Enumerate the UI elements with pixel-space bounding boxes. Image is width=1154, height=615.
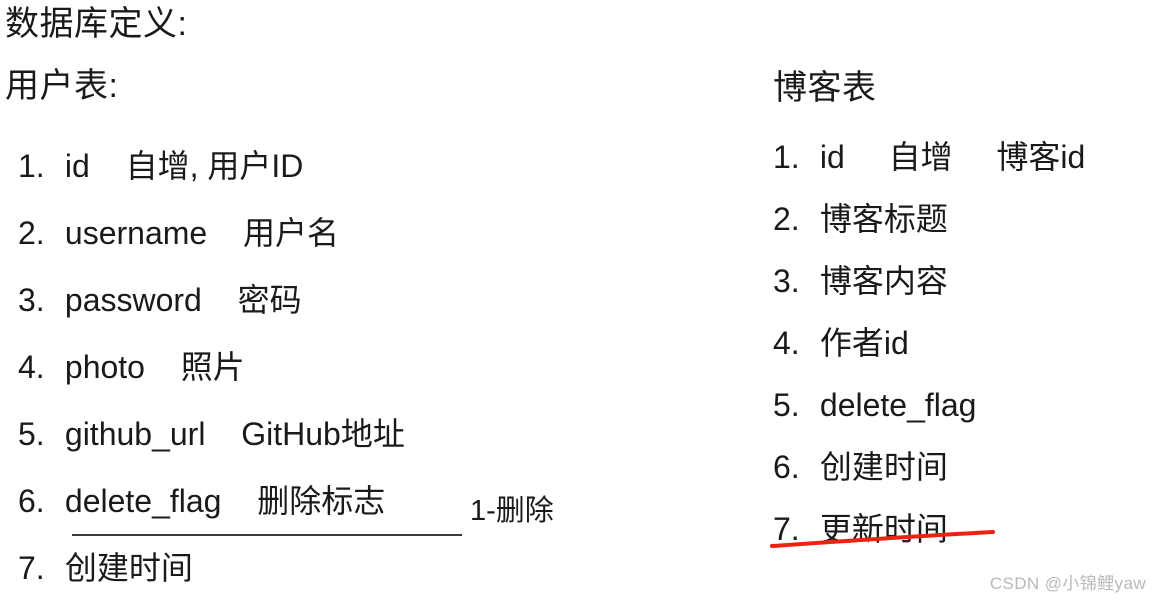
blog-table-heading: 博客表 [773, 69, 877, 107]
list-item-number: 2. [18, 215, 45, 251]
list-item-number: 3. [773, 263, 800, 299]
blog-table-field-list: 1. id 自增 博客id 2. 博客标题 3. 博客内容 4. 作者id 5. [773, 137, 1153, 571]
list-item: 3. password 密码 [18, 280, 638, 347]
user-table-heading: 用户表: [5, 67, 119, 105]
list-item-desc: 用户名 [242, 215, 339, 251]
list-item: 6. 创建时间 [773, 447, 1153, 509]
list-item-field: id [64, 148, 90, 184]
list-item: 7. 更新时间 [773, 509, 1153, 571]
list-item: 5. delete_flag [773, 385, 1153, 447]
list-item: 4. 作者id [773, 323, 1153, 385]
list-item-field: photo [64, 349, 145, 385]
list-item-field: 博客内容 [819, 263, 948, 299]
list-item-desc-secondary: 博客id [996, 139, 1086, 175]
list-item: 1. id 自增 博客id [773, 137, 1153, 199]
list-item-number: 7. [773, 511, 800, 547]
list-item-number: 4. [18, 349, 45, 385]
list-item-number: 7. [18, 550, 45, 586]
list-item-field: 作者id [819, 325, 909, 361]
list-item-field: 创建时间 [64, 550, 193, 586]
list-item: 1. id 自增, 用户ID [18, 146, 638, 213]
list-item-number: 5. [18, 416, 45, 452]
list-item-field: delete_flag [64, 483, 222, 519]
list-item-field: 博客标题 [819, 201, 948, 237]
csdn-watermark: CSDN @小锦鲤yaw [989, 574, 1146, 593]
list-item-field: 更新时间 [819, 511, 948, 547]
list-item-number: 1. [18, 148, 45, 184]
list-item: 3. 博客内容 [773, 261, 1153, 323]
page-title: 数据库定义: [5, 5, 188, 43]
list-item-desc: GitHub地址 [241, 416, 405, 452]
user-table-column: 数据库定义: 用户表: 1. id 自增, 用户ID 2. username 用… [0, 0, 640, 600]
list-item-number: 5. [773, 387, 800, 423]
list-item-field: 创建时间 [819, 449, 948, 485]
user-table-field-list: 1. id 自增, 用户ID 2. username 用户名 3. passwo… [18, 146, 638, 615]
list-item-desc: 照片 [180, 349, 245, 385]
list-item-number: 4. [773, 325, 800, 361]
document-page: 数据库定义: 用户表: 1. id 自增, 用户ID 2. username 用… [0, 0, 1154, 600]
list-item-desc: 删除标志 [257, 483, 386, 519]
list-item: 7. 创建时间 [18, 548, 638, 615]
list-item-desc: 密码 [237, 282, 302, 318]
list-item-number: 1. [773, 139, 800, 175]
list-item-number: 6. [18, 483, 45, 519]
list-item-field: delete_flag [819, 387, 977, 423]
list-item-number: 3. [18, 282, 45, 318]
list-item-field: username [64, 215, 208, 251]
list-item: 2. 博客标题 [773, 199, 1153, 261]
list-item: 5. github_url GitHub地址 [18, 414, 638, 481]
list-item-field: password [64, 282, 202, 318]
list-item-number: 6. [773, 449, 800, 485]
list-item: 2. username 用户名 [18, 213, 638, 280]
list-item-number: 2. [773, 201, 800, 237]
list-item: 4. photo 照片 [18, 347, 638, 414]
list-item-desc: 自增, 用户ID [125, 148, 304, 184]
list-item-desc: 自增 [888, 139, 953, 175]
list-item-field: id [819, 139, 845, 175]
delete-flag-annotation: 1-删除 [470, 495, 554, 527]
list-item-field: github_url [64, 416, 206, 452]
delete-flag-underline [72, 534, 462, 536]
blog-table-column: 博客表 1. id 自增 博客id 2. 博客标题 3. 博客内容 4. 作者i… [760, 0, 1154, 600]
